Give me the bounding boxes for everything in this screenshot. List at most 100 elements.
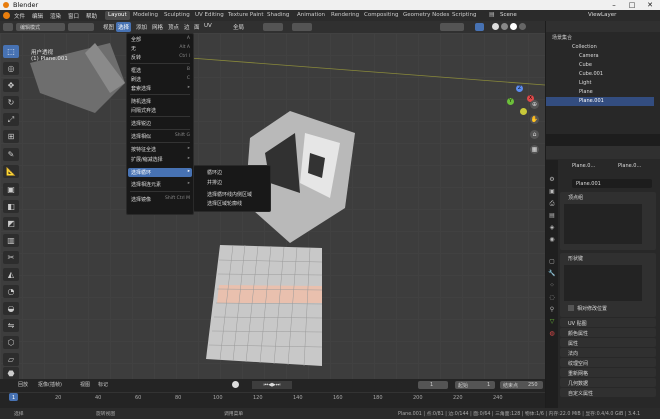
constraints-tab-icon[interactable]: ⚲ xyxy=(548,306,556,314)
pan-icon[interactable]: ✋ xyxy=(530,115,539,124)
tab-animation[interactable]: Animation xyxy=(294,11,328,20)
xray-toggle[interactable] xyxy=(475,23,484,31)
outliner-row-plane[interactable]: Plane xyxy=(546,88,654,97)
tool-tab-icon[interactable]: ⚙ xyxy=(548,176,556,184)
menu-item-checker-deselect[interactable]: 间隔式弃选 xyxy=(131,107,156,114)
y-axis-icon[interactable]: Y xyxy=(507,98,514,105)
submenu-item-loop-inner-region[interactable]: 选择循环线内侧区域 xyxy=(207,191,252,198)
poly-build-tool-icon[interactable]: ◭ xyxy=(3,268,19,281)
z-axis-icon[interactable]: Z xyxy=(516,85,523,92)
navigation-gizmo[interactable]: Z X Y xyxy=(504,85,534,115)
geometry-data-panel[interactable]: 几何数据 xyxy=(560,378,656,387)
tab-layout[interactable]: Layout xyxy=(105,11,130,20)
close-button[interactable]: ✕ xyxy=(641,0,659,10)
camera-view-icon[interactable]: ⌂ xyxy=(530,130,539,139)
menu-item-lasso[interactable]: 套索选择 xyxy=(131,85,151,92)
mesh-name-field[interactable]: Plane.001 xyxy=(572,179,652,188)
shape-keys-list[interactable] xyxy=(564,265,642,301)
playback-controls[interactable]: ⏮◀▶⏭ xyxy=(252,381,292,389)
mode-dropdown[interactable]: 编辑模式 xyxy=(16,23,65,31)
world-tab-icon[interactable]: ◉ xyxy=(548,236,556,244)
color-attributes-panel[interactable]: 颜色属性 xyxy=(560,328,656,337)
view-layer-tab-icon[interactable]: ▤ xyxy=(548,212,556,220)
header-menu-uv[interactable]: UV xyxy=(204,23,212,29)
view-layer-selector[interactable]: ViewLayer xyxy=(588,12,616,18)
submenu-item-edge-rings[interactable]: 并排边 xyxy=(207,179,222,186)
outliner-row-camera[interactable]: Camera xyxy=(546,52,654,61)
header-menu-select-active[interactable]: 选择 xyxy=(116,22,131,32)
menu-item-grow-shrink[interactable]: 扩展/缩减选择 xyxy=(131,156,163,163)
snapping-button[interactable] xyxy=(263,23,283,31)
current-frame-field[interactable]: 1 xyxy=(418,381,448,389)
loop-cut-tool-icon[interactable]: ▥ xyxy=(3,234,19,247)
submenu-item-edge-loops[interactable]: 循环边 xyxy=(207,169,222,176)
shading-solid-icon[interactable] xyxy=(492,23,499,30)
rotate-tool-icon[interactable]: ↻ xyxy=(3,96,19,109)
tab-compositing[interactable]: Compositing xyxy=(361,11,401,20)
menu-item-box-select[interactable]: 框选 xyxy=(131,67,141,74)
output-tab-icon[interactable]: ⎙ xyxy=(548,200,556,208)
relative-checkbox[interactable] xyxy=(568,305,574,311)
menu-edit[interactable]: 编辑 xyxy=(32,12,43,20)
outliner-row-scene-collection[interactable]: 场景集合 xyxy=(546,33,654,42)
menu-item-circle-select[interactable]: 刷选 xyxy=(131,76,141,83)
header-menu-view[interactable]: 视图 xyxy=(103,23,114,31)
menu-render[interactable]: 渲染 xyxy=(50,12,61,20)
particles-tab-icon[interactable]: ⁘ xyxy=(548,282,556,290)
select-box-tool-icon[interactable]: ⬚ xyxy=(3,45,19,58)
timeline-menu-view[interactable]: 视图 xyxy=(80,381,90,388)
menu-file[interactable]: 文件 xyxy=(14,12,25,20)
menu-item-all[interactable]: 全部 xyxy=(131,36,141,43)
submenu-item-boundary-loop[interactable]: 选择区域轮廓线 xyxy=(207,200,242,207)
outliner-row-plane001-selected[interactable]: Plane.001 xyxy=(546,97,654,106)
menu-item-similar[interactable]: 选择相似 xyxy=(131,133,151,140)
overlay-buttons[interactable] xyxy=(440,23,464,31)
move-tool-icon[interactable]: ✥ xyxy=(3,79,19,92)
shape-keys-title[interactable]: 形状键 xyxy=(568,255,583,262)
uv-maps-panel[interactable]: UV 贴图 xyxy=(560,318,656,327)
editor-type-button[interactable] xyxy=(3,23,13,31)
tab-rendering[interactable]: Rendering xyxy=(328,11,362,20)
transform-orientation[interactable]: 全局 xyxy=(233,23,244,31)
menu-help[interactable]: 帮助 xyxy=(86,12,97,20)
shading-wire-icon[interactable] xyxy=(519,23,526,30)
modifier-tab-icon[interactable]: 🔧 xyxy=(548,270,556,278)
object-tab-icon[interactable]: ▢ xyxy=(548,258,556,266)
menu-item-all-by-trait[interactable]: 按特征全选 xyxy=(131,146,156,153)
texture-space-panel[interactable]: 纹理空间 xyxy=(560,358,656,367)
maximize-button[interactable]: □ xyxy=(623,0,641,10)
vertex-groups-list[interactable] xyxy=(564,204,642,244)
measure-tool-icon[interactable]: 📐 xyxy=(3,165,19,178)
outliner-row-light[interactable]: Light xyxy=(546,79,654,88)
scene-selector[interactable]: Scene xyxy=(500,12,517,18)
header-menu-edge[interactable]: 边 xyxy=(184,23,190,31)
tab-geometry-nodes[interactable]: Geometry Nodes xyxy=(400,11,452,20)
header-menu-add[interactable]: 添加 xyxy=(136,23,147,31)
scale-tool-icon[interactable]: ⤢ xyxy=(3,113,19,126)
menu-item-random[interactable]: 随机选择 xyxy=(131,98,151,105)
shading-material-icon[interactable] xyxy=(501,23,508,30)
menu-item-linked[interactable]: 选择相连元素 xyxy=(131,181,161,188)
mesh-data-tab-icon[interactable]: ▽ xyxy=(548,318,556,326)
physics-tab-icon[interactable]: ◌ xyxy=(548,294,556,302)
cursor-tool-icon[interactable]: ◎ xyxy=(3,62,19,75)
vertex-groups-title[interactable]: 顶点组 xyxy=(568,194,583,201)
header-menu-mesh[interactable]: 网格 xyxy=(152,23,163,31)
shear-tool-icon[interactable]: ▱ xyxy=(3,353,19,366)
spin-tool-icon[interactable]: ◔ xyxy=(3,285,19,298)
tab-sculpting[interactable]: Sculpting xyxy=(161,11,193,20)
tab-shading[interactable]: Shading xyxy=(264,11,292,20)
outliner-row-collection[interactable]: Collection xyxy=(546,43,654,52)
edge-slide-tool-icon[interactable]: ⇋ xyxy=(3,319,19,332)
tab-modeling[interactable]: Modeling xyxy=(130,11,161,20)
annotate-tool-icon[interactable]: ✎ xyxy=(3,148,19,161)
bevel-tool-icon[interactable]: ◩ xyxy=(3,217,19,230)
transform-tool-icon[interactable]: ⊞ xyxy=(3,130,19,143)
tab-texture-paint[interactable]: Texture Paint xyxy=(225,11,267,20)
shading-rendered-icon[interactable] xyxy=(510,23,517,30)
menu-item-invert[interactable]: 反转 xyxy=(131,54,141,61)
end-frame-field[interactable]: 结束点 250 xyxy=(500,381,543,389)
tab-uv-editing[interactable]: UV Editing xyxy=(192,11,227,20)
normals-panel[interactable]: 法向 xyxy=(560,348,656,357)
shrink-fatten-tool-icon[interactable]: ⬡ xyxy=(3,336,19,349)
